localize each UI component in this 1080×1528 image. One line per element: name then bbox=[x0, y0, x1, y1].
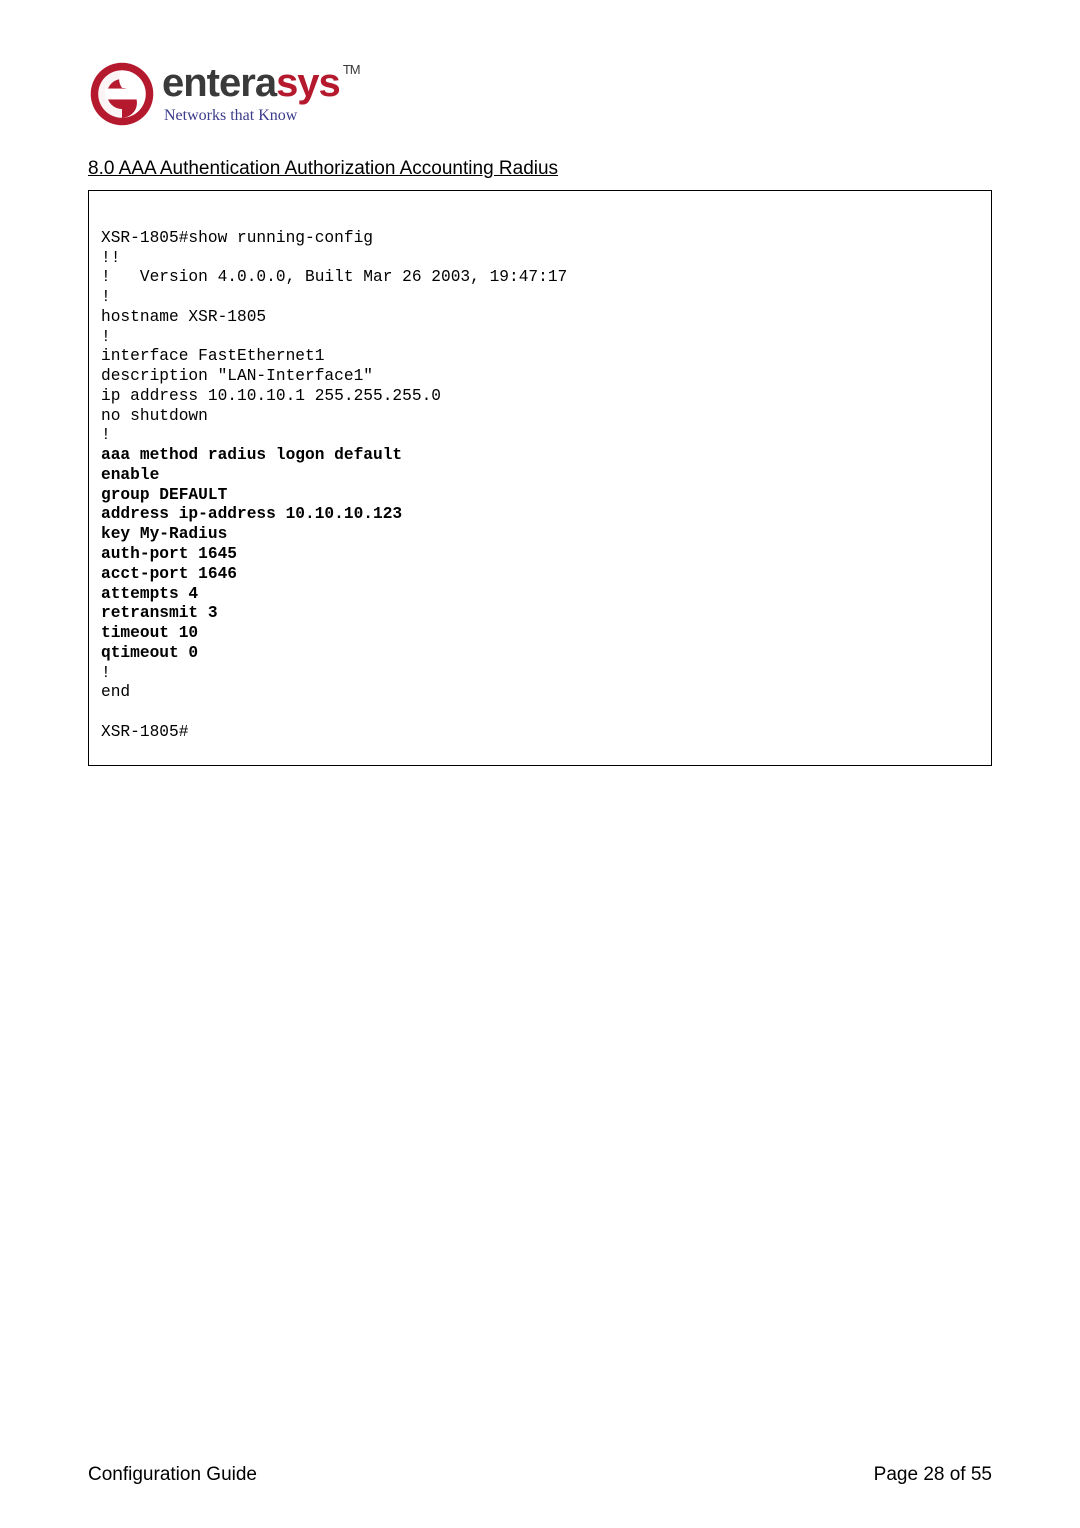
code-line: end bbox=[101, 683, 130, 701]
section-heading: 8.0 AAA Authentication Authorization Acc… bbox=[88, 158, 992, 180]
logo-header: enterasysTM Networks that Know bbox=[88, 60, 992, 128]
code-line: description "LAN-Interface1" bbox=[101, 367, 373, 385]
code-line: ! bbox=[101, 664, 111, 682]
code-line-bold: retransmit 3 bbox=[101, 604, 218, 622]
code-line-bold: attempts 4 bbox=[101, 585, 198, 603]
brand-suffix: sys bbox=[276, 61, 340, 105]
code-line: hostname XSR-1805 bbox=[101, 308, 266, 326]
enterasys-logo-icon bbox=[88, 60, 156, 128]
code-line-bold: auth-port 1645 bbox=[101, 545, 237, 563]
code-line-bold: timeout 10 bbox=[101, 624, 198, 642]
code-line: XSR-1805#show running-config bbox=[101, 229, 373, 247]
code-line-bold: qtimeout 0 bbox=[101, 644, 198, 662]
footer-title: Configuration Guide bbox=[88, 1464, 257, 1486]
logo-text-block: enterasysTM Networks that Know bbox=[162, 63, 360, 125]
footer-page-number: Page 28 of 55 bbox=[874, 1464, 992, 1486]
page-footer: Configuration Guide Page 28 of 55 bbox=[88, 1464, 992, 1486]
code-line-bold: aaa method radius logon default bbox=[101, 446, 402, 464]
code-line: ip address 10.10.10.1 255.255.255.0 bbox=[101, 387, 441, 405]
brand-prefix: entera bbox=[162, 61, 276, 105]
logo-tagline: Networks that Know bbox=[164, 107, 360, 125]
code-line: ! bbox=[101, 328, 111, 346]
code-line: no shutdown bbox=[101, 407, 208, 425]
trademark-symbol: TM bbox=[343, 62, 360, 77]
code-line-bold: address ip-address 10.10.10.123 bbox=[101, 505, 402, 523]
code-line: ! bbox=[101, 426, 111, 444]
code-line-bold: group DEFAULT bbox=[101, 486, 227, 504]
code-line: ! Version 4.0.0.0, Built Mar 26 2003, 19… bbox=[101, 268, 567, 286]
code-line: XSR-1805# bbox=[101, 723, 188, 741]
code-line-bold: enable bbox=[101, 466, 159, 484]
code-line: ! bbox=[101, 288, 111, 306]
code-line-bold: acct-port 1646 bbox=[101, 565, 237, 583]
code-line: !! bbox=[101, 249, 120, 267]
code-line: interface FastEthernet1 bbox=[101, 347, 324, 365]
code-line-bold: key My-Radius bbox=[101, 525, 227, 543]
logo-brand-name: enterasysTM bbox=[162, 63, 360, 103]
config-code-block: XSR-1805#show running-config !! ! Versio… bbox=[88, 190, 992, 766]
